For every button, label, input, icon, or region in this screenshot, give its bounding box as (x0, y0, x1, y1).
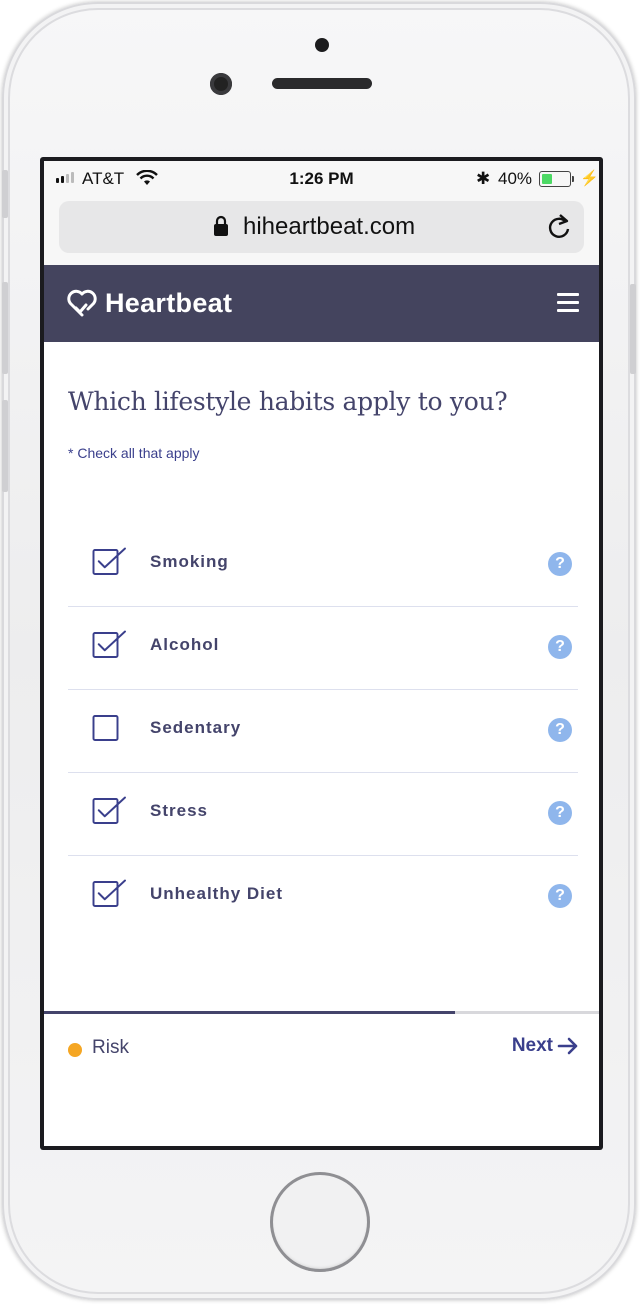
help-icon[interactable]: ? (548, 718, 572, 742)
screen-content: AT&T 1:26 PM ✱ 40% ⚡ hiheartbeat.com Hea… (44, 161, 599, 1146)
option-alcohol[interactable]: Alcohol ? (68, 607, 578, 690)
next-button[interactable]: Next (512, 1035, 579, 1057)
bluetooth-icon: ✱ (476, 169, 491, 188)
home-button[interactable] (270, 1172, 370, 1272)
option-smoking[interactable]: Smoking ? (68, 524, 578, 607)
battery-level-fill (542, 174, 553, 184)
help-icon[interactable]: ? (548, 552, 572, 576)
option-label[interactable]: Stress (150, 801, 208, 821)
checkbox-box (92, 881, 119, 907)
option-label[interactable]: Smoking (150, 552, 229, 572)
checkbox-box (92, 632, 119, 658)
heart-logo-icon (67, 289, 97, 317)
step-label: Risk (92, 1037, 129, 1058)
browser-toolbar: hiheartbeat.com (44, 197, 599, 265)
next-label[interactable]: Next (512, 1035, 553, 1057)
option-label[interactable]: Unhealthy Diet (150, 884, 283, 904)
battery-icon (539, 171, 574, 187)
checkbox-box (92, 715, 119, 741)
question-hint: * Check all that apply (68, 445, 200, 461)
lock-icon (214, 215, 228, 236)
option-label[interactable]: Sedentary (150, 718, 241, 738)
option-sedentary[interactable]: Sedentary ? (68, 690, 578, 773)
charging-icon: ⚡ (580, 170, 599, 187)
step-indicator-dot (68, 1043, 82, 1057)
volume-down-button (2, 400, 8, 492)
volume-up-button (2, 282, 8, 374)
progress-bar (44, 1011, 599, 1014)
options-list: Smoking ? Alcohol ? Sedentary ? Stress ? (68, 524, 578, 938)
mute-switch (2, 170, 8, 218)
url-text[interactable]: hiheartbeat.com (243, 213, 415, 241)
proximity-sensor (315, 38, 329, 52)
checkmark-icon (97, 630, 126, 652)
battery-percentage: 40% (498, 169, 533, 188)
hamburger-menu-icon[interactable] (557, 293, 579, 313)
progress-fill (44, 1011, 455, 1014)
earpiece-speaker (272, 78, 372, 89)
option-stress[interactable]: Stress ? (68, 773, 578, 856)
checkmark-icon (97, 547, 126, 569)
option-unhealthy-diet[interactable]: Unhealthy Diet ? (68, 856, 578, 938)
power-button (630, 284, 636, 374)
reload-icon[interactable] (546, 213, 572, 241)
checkbox-icon[interactable] (92, 627, 128, 663)
checkmark-icon (97, 796, 126, 818)
app-header: Heartbeat (44, 265, 599, 342)
help-icon[interactable]: ? (548, 884, 572, 908)
question-title: Which lifestyle habits apply to you? (68, 387, 508, 416)
checkbox-box (92, 549, 119, 575)
address-bar[interactable]: hiheartbeat.com (59, 201, 584, 253)
status-bar: AT&T 1:26 PM ✱ 40% ⚡ (44, 161, 599, 197)
checkbox-icon[interactable] (92, 544, 128, 580)
phone-frame: AT&T 1:26 PM ✱ 40% ⚡ hiheartbeat.com Hea… (2, 2, 636, 1300)
checkbox-icon[interactable] (92, 710, 128, 746)
help-icon[interactable]: ? (548, 635, 572, 659)
arrow-right-icon[interactable] (557, 1037, 579, 1055)
front-camera (210, 73, 232, 95)
checkbox-icon[interactable] (92, 793, 128, 829)
checkmark-icon (97, 879, 126, 901)
help-icon[interactable]: ? (548, 801, 572, 825)
screen: AT&T 1:26 PM ✱ 40% ⚡ hiheartbeat.com Hea… (40, 157, 603, 1150)
checkbox-box (92, 798, 119, 824)
brand-name[interactable]: Heartbeat (105, 288, 232, 319)
checkbox-icon[interactable] (92, 876, 128, 912)
option-label[interactable]: Alcohol (150, 635, 219, 655)
